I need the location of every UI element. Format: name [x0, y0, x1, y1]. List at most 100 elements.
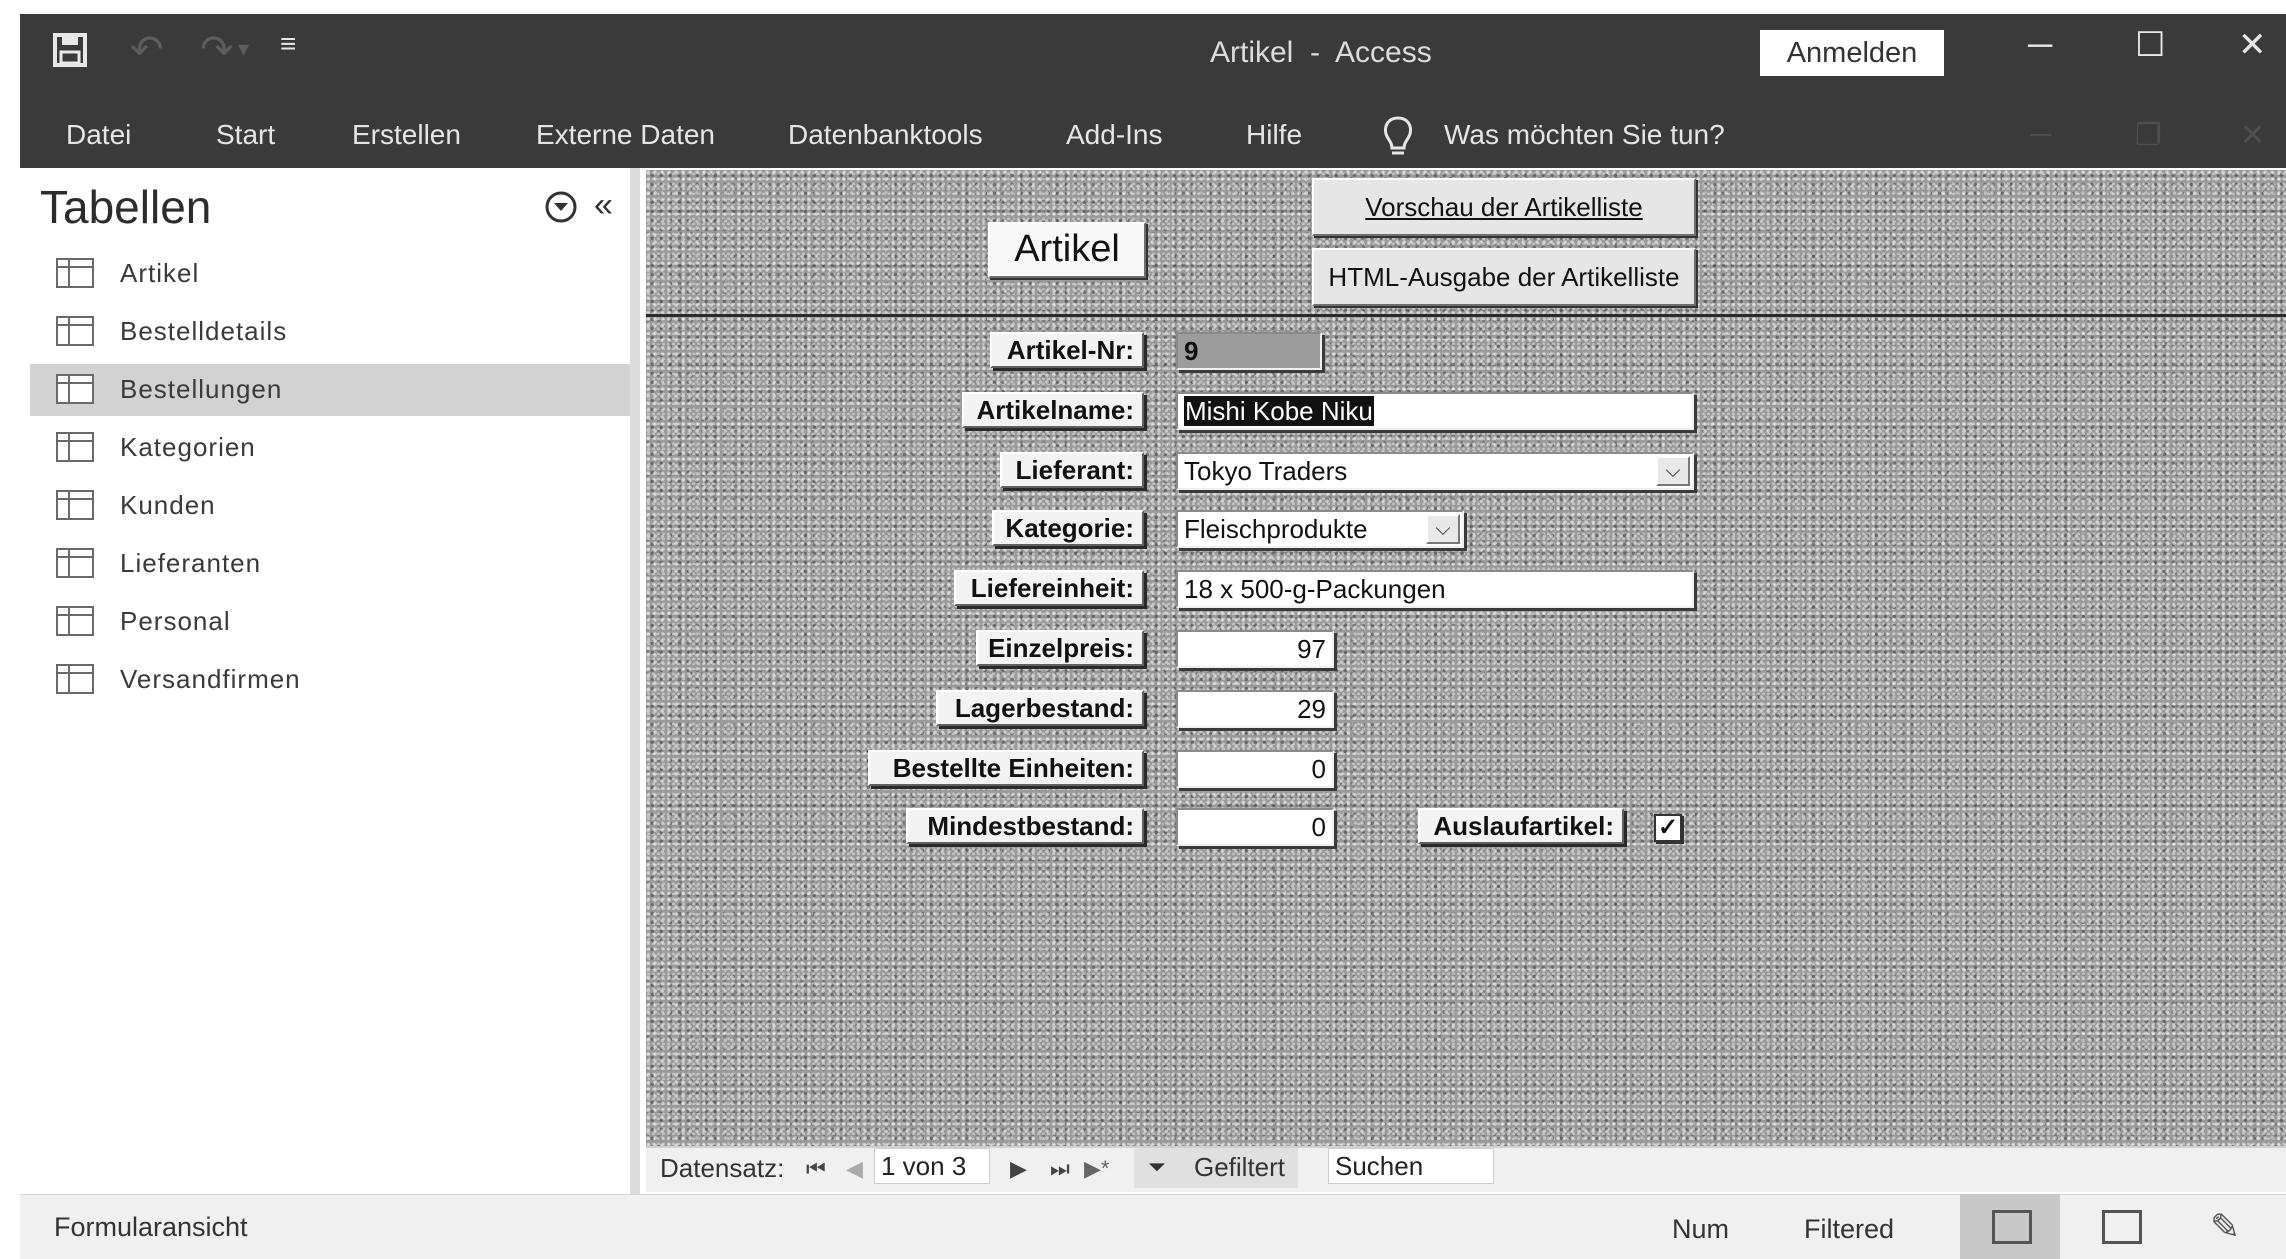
- nav-item-lieferanten[interactable]: Lieferanten: [30, 538, 630, 590]
- nav-item-kategorien[interactable]: Kategorien: [30, 422, 630, 474]
- table-icon: [56, 432, 94, 462]
- html-export-button[interactable]: HTML-Ausgabe der Artikelliste: [1312, 248, 1696, 306]
- design-view-button[interactable]: ✎: [2180, 1194, 2280, 1259]
- kategorie-value: Fleischprodukte: [1184, 514, 1368, 544]
- table-icon: [56, 490, 94, 520]
- kategorie-combo[interactable]: Fleischprodukte ⌵: [1176, 510, 1464, 548]
- einzelpreis-field[interactable]: 97: [1176, 630, 1334, 668]
- login-button[interactable]: Anmelden: [1760, 30, 1944, 76]
- first-record-icon[interactable]: ⏮: [806, 1156, 826, 1182]
- preview-list-button[interactable]: Vorschau der Artikelliste: [1312, 178, 1696, 236]
- doc-close-icon[interactable]: ✕: [2240, 118, 2265, 153]
- next-record-icon[interactable]: ▶: [1010, 1156, 1027, 1182]
- bestellte-einheiten-field[interactable]: 0: [1176, 750, 1334, 788]
- redo-dropdown-icon[interactable]: ▾: [238, 38, 249, 60]
- mindestbestand-field[interactable]: 0: [1176, 808, 1334, 846]
- undo-icon[interactable]: ↶: [130, 30, 164, 70]
- nav-item-bestellungen[interactable]: Bestellungen: [30, 364, 630, 416]
- liefereinheit-field[interactable]: 18 x 500-g-Packungen: [1176, 570, 1694, 608]
- lieferant-combo[interactable]: Tokyo Traders ⌵: [1176, 452, 1694, 490]
- doc-restore-icon[interactable]: ❐: [2135, 118, 2162, 153]
- form-header-divider: [646, 314, 2286, 317]
- label-lieferant: Lieferant:: [1000, 452, 1144, 488]
- title-bar: [20, 14, 2286, 112]
- tab-erstellen[interactable]: Erstellen: [352, 114, 461, 156]
- label-einzelpreis: Einzelpreis:: [976, 630, 1144, 666]
- label-bestellte-einheiten: Bestellte Einheiten:: [868, 750, 1144, 786]
- lightbulb-icon: [1380, 112, 1416, 165]
- collapse-pane-icon[interactable]: «: [594, 186, 613, 225]
- redo-icon[interactable]: ↷: [200, 30, 234, 70]
- minimize-icon[interactable]: ─: [2028, 28, 2052, 62]
- nav-item-kunden[interactable]: Kunden: [30, 480, 630, 532]
- nav-item-label: Lieferanten: [120, 548, 262, 578]
- artikelname-value: Mishi Kobe Niku: [1184, 396, 1374, 426]
- table-icon: [56, 548, 94, 578]
- table-icon: [56, 606, 94, 636]
- tab-externe-daten[interactable]: Externe Daten: [536, 114, 715, 156]
- table-icon: [56, 664, 94, 694]
- table-icon: [56, 374, 94, 404]
- nav-item-bestelldetails[interactable]: Bestelldetails: [30, 306, 630, 358]
- lagerbestand-field[interactable]: 29: [1176, 690, 1334, 728]
- filter-toggle-button[interactable]: ⏷ Gefiltert: [1134, 1148, 1298, 1188]
- datasheet-view-icon: [2102, 1210, 2142, 1244]
- filter-label: Gefiltert: [1194, 1152, 1286, 1182]
- datasheet-view-button[interactable]: [2070, 1194, 2170, 1259]
- nav-item-label: Versandfirmen: [120, 664, 301, 694]
- artikel-nr-field: 9: [1176, 332, 1322, 370]
- auslaufartikel-checkbox[interactable]: ✓: [1654, 814, 1682, 842]
- nav-item-versandfirmen[interactable]: Versandfirmen: [30, 654, 630, 706]
- nav-item-label: Artikel: [120, 258, 200, 288]
- status-filtered: Filtered: [1804, 1214, 1895, 1244]
- status-bar: [20, 1194, 2286, 1259]
- tab-datei[interactable]: Datei: [66, 114, 131, 156]
- label-artikel-nr: Artikel-Nr:: [990, 332, 1144, 368]
- maximize-icon[interactable]: ☐: [2135, 28, 2165, 62]
- nav-item-label: Personal: [120, 606, 231, 636]
- close-icon[interactable]: ✕: [2238, 28, 2267, 62]
- table-icon: [56, 258, 94, 288]
- filter-icon: ⏷: [1148, 1154, 1166, 1179]
- nav-item-personal[interactable]: Personal: [30, 596, 630, 648]
- tell-me-input[interactable]: Was möchten Sie tun?: [1444, 114, 1725, 156]
- nav-item-label: Kunden: [120, 490, 216, 520]
- save-icon[interactable]: [52, 32, 88, 75]
- design-view-icon: ✎: [2210, 1206, 2241, 1247]
- artikelname-field[interactable]: Mishi Kobe Niku: [1176, 392, 1694, 430]
- lieferant-value: Tokyo Traders: [1184, 456, 1348, 486]
- nav-menu-dropdown-icon[interactable]: [544, 190, 578, 229]
- nav-item-artikel[interactable]: Artikel: [30, 248, 630, 300]
- form-view-icon: [1992, 1210, 2032, 1244]
- label-auslaufartikel: Auslaufartikel:: [1418, 808, 1624, 844]
- status-view-name: Formularansicht: [54, 1212, 248, 1242]
- chevron-down-icon[interactable]: ⌵: [1426, 514, 1460, 544]
- status-num-lock: Num: [1672, 1214, 1730, 1244]
- table-icon: [56, 316, 94, 346]
- new-record-icon[interactable]: ▶*: [1084, 1156, 1109, 1182]
- label-kategorie: Kategorie:: [992, 510, 1144, 546]
- form-title: Artikel: [988, 222, 1146, 278]
- label-liefereinheit: Liefereinheit:: [954, 570, 1144, 606]
- tab-start[interactable]: Start: [216, 114, 275, 156]
- window-title: Artikel - Access: [1210, 36, 1432, 69]
- customize-toolbar-icon[interactable]: ≡: [280, 30, 296, 58]
- record-position-input[interactable]: 1 von 3: [874, 1148, 990, 1184]
- search-input[interactable]: Suchen: [1328, 1148, 1494, 1184]
- tab-datenbanktools[interactable]: Datenbanktools: [788, 114, 983, 156]
- record-label: Datensatz:: [660, 1153, 785, 1183]
- form-view-button[interactable]: [1960, 1194, 2060, 1259]
- tab-add-ins[interactable]: Add-Ins: [1066, 114, 1163, 156]
- label-lagerbestand: Lagerbestand:: [936, 690, 1144, 726]
- nav-item-label: Kategorien: [120, 432, 256, 462]
- tab-hilfe[interactable]: Hilfe: [1246, 114, 1302, 156]
- last-record-icon[interactable]: ⏭: [1050, 1156, 1070, 1182]
- nav-item-label: Bestelldetails: [120, 316, 288, 346]
- prev-record-icon[interactable]: ◀: [846, 1156, 863, 1182]
- doc-minimize-icon[interactable]: ─: [2030, 118, 2051, 152]
- nav-pane-title: Tabellen: [40, 181, 212, 233]
- chevron-down-icon[interactable]: ⌵: [1656, 456, 1690, 486]
- label-artikelname: Artikelname:: [962, 392, 1144, 428]
- nav-item-label: Bestellungen: [120, 374, 283, 404]
- label-mindestbestand: Mindestbestand:: [906, 808, 1144, 844]
